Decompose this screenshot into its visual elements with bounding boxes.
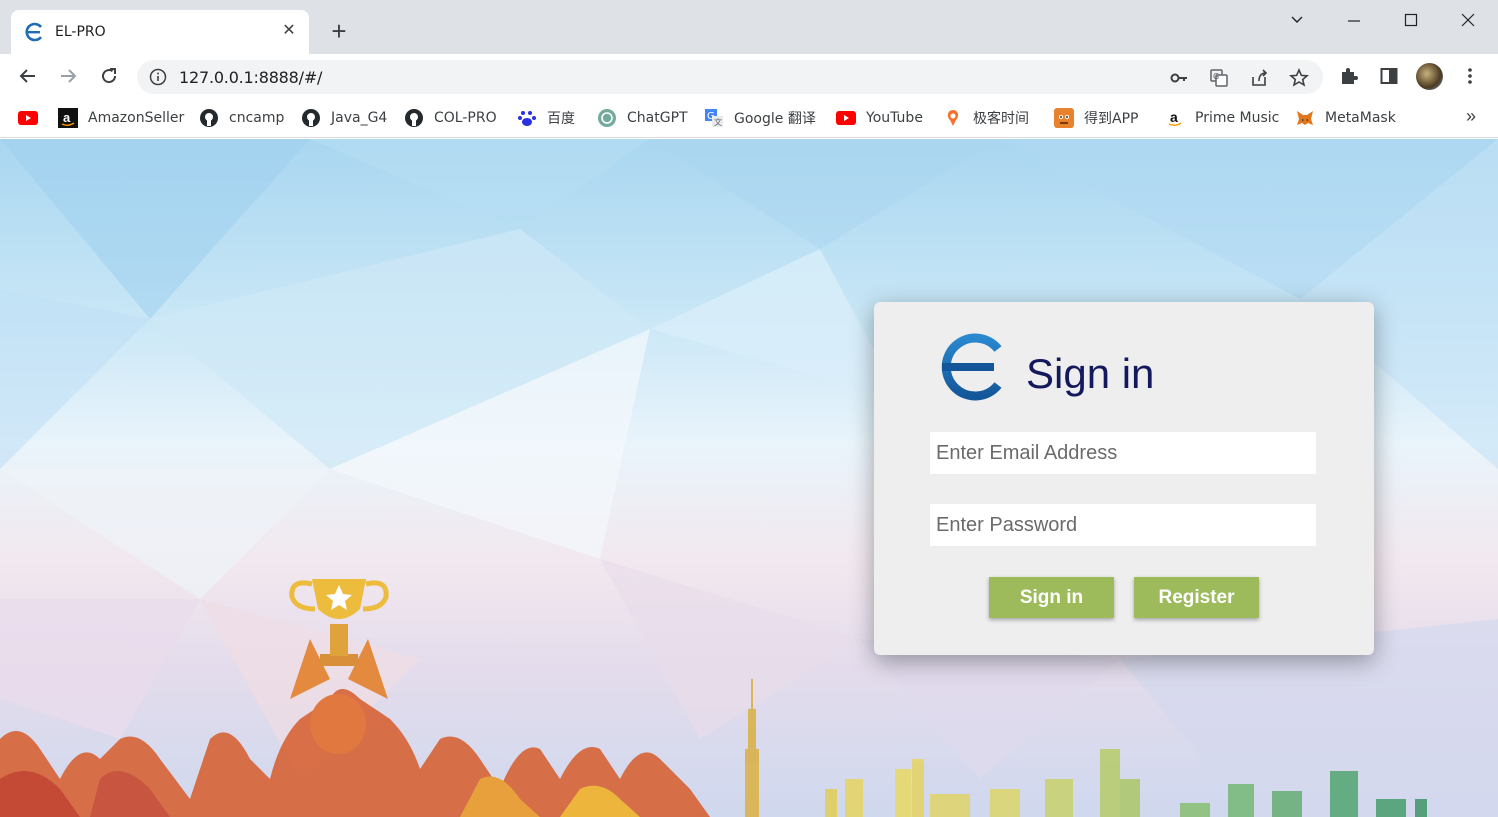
bookmark-youtube-1[interactable] bbox=[18, 106, 48, 130]
profile-avatar[interactable] bbox=[1416, 63, 1443, 90]
amazon-icon: a bbox=[1165, 108, 1185, 128]
bookmark-label: AmazonSeller bbox=[88, 110, 185, 126]
reload-icon[interactable] bbox=[95, 62, 123, 90]
bookmark-google-translate[interactable]: G文 Google 翻译 bbox=[704, 106, 816, 130]
register-button[interactable]: Register bbox=[1134, 577, 1259, 618]
bookmarks-overflow-icon[interactable]: » bbox=[1466, 106, 1476, 127]
bookmark-metamask[interactable]: MetaMask bbox=[1295, 106, 1396, 130]
geektime-icon bbox=[943, 108, 963, 128]
browser-toolbar: 127.0.0.1:8888/#/ G bbox=[0, 54, 1498, 98]
site-info-icon[interactable] bbox=[149, 68, 167, 86]
youtube-icon bbox=[836, 108, 856, 128]
maximize-icon[interactable] bbox=[1399, 8, 1423, 32]
youtube-icon bbox=[18, 108, 38, 128]
github-icon bbox=[301, 108, 321, 128]
sign-in-button[interactable]: Sign in bbox=[989, 577, 1114, 618]
bookmark-label: Java_G4 bbox=[331, 110, 388, 126]
metamask-icon bbox=[1295, 108, 1315, 128]
dedao-icon bbox=[1054, 108, 1074, 128]
email-input[interactable] bbox=[930, 432, 1316, 474]
bookmark-label: cncamp bbox=[229, 110, 285, 126]
bookmark-label: COL-PRO bbox=[434, 110, 497, 126]
bookmark-youtube-2[interactable]: YouTube bbox=[836, 106, 923, 130]
svg-text:G: G bbox=[1213, 72, 1219, 81]
tab-close-icon[interactable]: ✕ bbox=[279, 21, 299, 41]
bookmark-label: MetaMask bbox=[1325, 110, 1396, 126]
bookmark-label: YouTube bbox=[866, 110, 923, 126]
el-pro-logo-icon bbox=[941, 333, 1002, 401]
tab-search-icon[interactable] bbox=[1285, 8, 1309, 32]
password-input[interactable] bbox=[930, 504, 1316, 546]
bookmark-label: 极客时间 bbox=[973, 111, 1029, 127]
bookmark-label: Google 翻译 bbox=[734, 111, 816, 127]
bookmark-label: ChatGPT bbox=[627, 110, 688, 126]
bookmark-amazonseller[interactable]: a AmazonSeller bbox=[58, 106, 184, 130]
svg-text:文: 文 bbox=[714, 117, 722, 127]
el-pro-favicon-icon bbox=[25, 22, 43, 42]
tab-title: EL-PRO bbox=[55, 24, 106, 40]
minimize-icon[interactable] bbox=[1342, 8, 1366, 32]
bookmark-prime-music[interactable]: a Prime Music bbox=[1165, 106, 1279, 130]
forward-icon[interactable] bbox=[54, 62, 82, 90]
bookmark-chatgpt[interactable]: ChatGPT bbox=[597, 106, 688, 130]
bookmark-geektime[interactable]: 极客时间 bbox=[943, 106, 1029, 130]
google-translate-icon: G文 bbox=[704, 108, 724, 128]
browser-titlebar: EL-PRO ✕ + bbox=[0, 0, 1498, 54]
bookmark-cncamp[interactable]: cncamp bbox=[199, 106, 284, 130]
login-title: Sign in bbox=[1026, 350, 1155, 397]
bookmark-java-g4[interactable]: Java_G4 bbox=[301, 106, 387, 130]
bookmarks-bar: a AmazonSeller cncamp Java_G4 COL-PRO 百度… bbox=[0, 98, 1498, 138]
close-window-icon[interactable] bbox=[1456, 8, 1480, 32]
bookmark-label: 得到APP bbox=[1084, 111, 1139, 127]
bookmark-dedao[interactable]: 得到APP bbox=[1054, 106, 1138, 130]
menu-kebab-icon[interactable] bbox=[1460, 66, 1480, 86]
bookmark-col-pro[interactable]: COL-PRO bbox=[404, 106, 497, 130]
extensions-puzzle-icon[interactable] bbox=[1339, 66, 1359, 86]
bookmark-baidu[interactable]: 百度 bbox=[517, 106, 575, 130]
back-icon[interactable] bbox=[14, 62, 42, 90]
svg-text:a: a bbox=[1170, 109, 1178, 125]
amazon-icon: a bbox=[58, 108, 78, 128]
bookmark-label: 百度 bbox=[547, 111, 575, 127]
address-bar[interactable]: 127.0.0.1:8888/#/ G bbox=[137, 60, 1323, 94]
github-icon bbox=[199, 108, 219, 128]
github-icon bbox=[404, 108, 424, 128]
chatgpt-icon bbox=[597, 108, 617, 128]
share-icon[interactable] bbox=[1249, 68, 1269, 88]
bookmark-star-icon[interactable] bbox=[1289, 68, 1309, 88]
page-viewport: Sign in Sign in Register bbox=[0, 139, 1498, 817]
bookmark-label: Prime Music bbox=[1195, 110, 1280, 126]
baidu-icon bbox=[517, 108, 537, 128]
translate-icon[interactable]: G bbox=[1209, 68, 1229, 88]
login-card: Sign in Sign in Register bbox=[874, 302, 1374, 655]
new-tab-button[interactable]: + bbox=[325, 18, 353, 46]
side-panel-icon[interactable] bbox=[1379, 66, 1399, 86]
address-url[interactable]: 127.0.0.1:8888/#/ bbox=[179, 68, 322, 87]
svg-text:a: a bbox=[63, 110, 71, 125]
browser-tab[interactable]: EL-PRO ✕ bbox=[11, 10, 309, 54]
key-icon[interactable] bbox=[1169, 68, 1189, 88]
